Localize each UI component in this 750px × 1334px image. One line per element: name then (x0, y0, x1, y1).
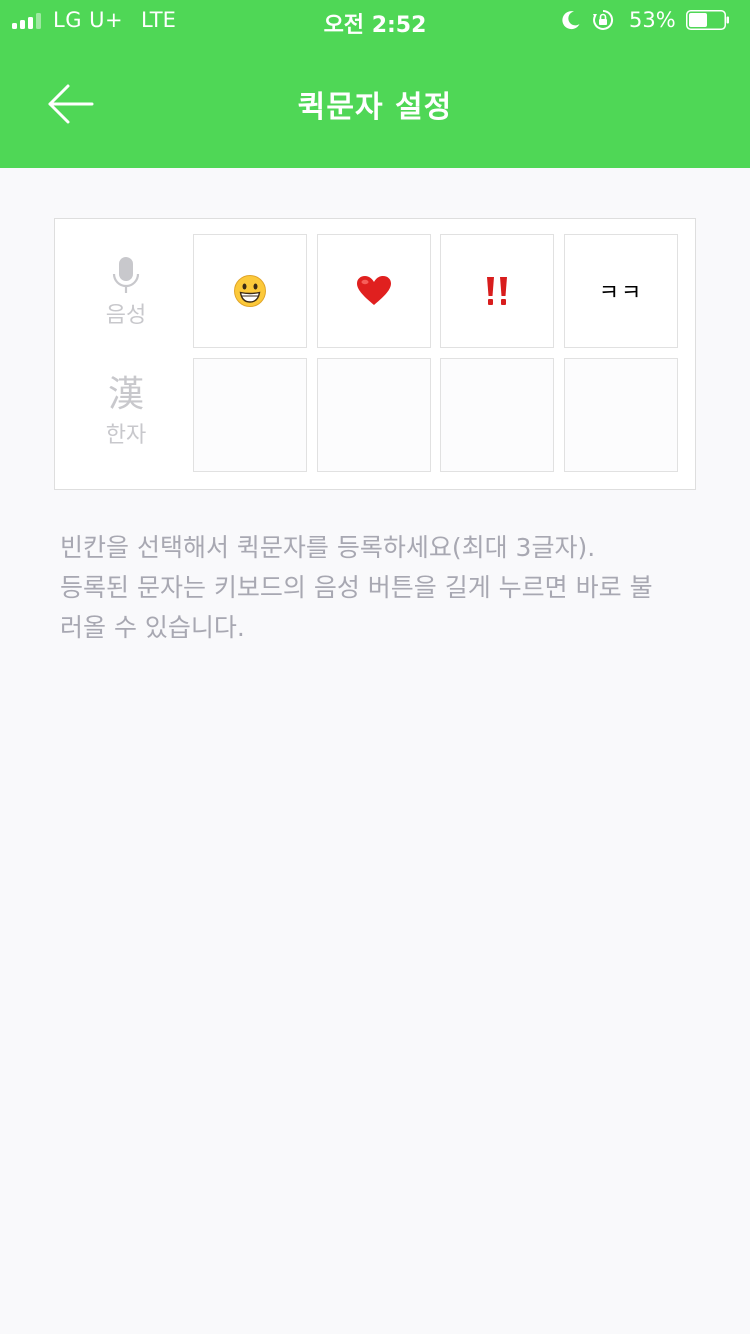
quick-text-cell-empty[interactable] (193, 358, 307, 472)
battery-icon (686, 10, 729, 30)
quick-text-grid: 음성 漢 한자 ㅋㅋ (54, 218, 696, 490)
quick-text-cell-empty[interactable] (564, 358, 678, 472)
moon-icon (562, 11, 580, 30)
quick-text-cell[interactable] (193, 234, 307, 348)
quick-text-cell[interactable] (317, 234, 431, 348)
grinning-face-emoji-icon (234, 275, 266, 307)
row-label-voice: 음성 (85, 255, 167, 329)
red-heart-emoji-icon (357, 276, 391, 305)
hanja-glyph: 漢 (107, 374, 144, 415)
page-title: 퀵문자 설정 (297, 90, 453, 125)
help-line: 러올 수 있습니다. (60, 613, 245, 642)
double-exclamation-emoji-icon (487, 277, 507, 305)
hanja-label: 한자 (105, 423, 147, 448)
rotation-lock-icon (593, 9, 614, 30)
help-line: 등록된 문자는 키보드의 음성 버튼을 길게 누르면 바로 불 (60, 573, 653, 602)
help-description: 빈칸을 선택해서 퀵문자를 등록하세요(최대 3글자). 등록된 문자는 키보드… (60, 528, 700, 648)
quick-text-cell-empty[interactable] (317, 358, 431, 472)
status-bar: LG U+ LTE 오전 2:52 53% (0, 0, 750, 40)
help-line: 빈칸을 선택해서 퀵문자를 등록하세요(최대 3글자). (60, 533, 596, 562)
quick-text-cell-empty[interactable] (440, 358, 554, 472)
battery-percent: 53% (629, 8, 676, 32)
app-header: LG U+ LTE 오전 2:52 53% 퀵문자 설정 (0, 0, 750, 168)
quick-text-cell[interactable] (440, 234, 554, 348)
quick-text-value: ㅋㅋ (598, 281, 644, 306)
voice-label: 음성 (105, 303, 147, 328)
row-label-hanja: 漢 한자 (85, 375, 167, 449)
quick-text-cell[interactable]: ㅋㅋ (564, 234, 678, 348)
microphone-icon (112, 257, 140, 293)
